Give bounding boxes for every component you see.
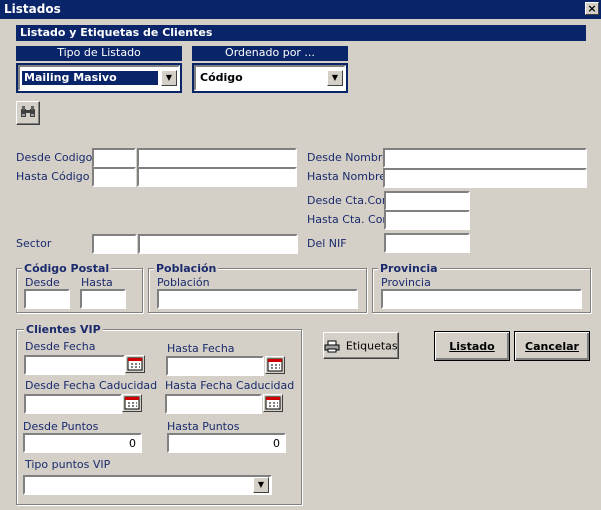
cp-desde-input[interactable] (24, 289, 70, 309)
desde-nombre-input[interactable] (383, 148, 587, 168)
desde-codigo-input[interactable] (92, 148, 136, 168)
vip-hasta-puntos-label: Hasta Puntos (167, 420, 240, 433)
poblacion-title: Población (154, 262, 219, 275)
sector-desc-input[interactable] (138, 234, 298, 254)
hasta-codigo-label: Hasta Código (16, 170, 90, 183)
section-header: Listado y Etiquetas de Clientes (16, 25, 586, 41)
desde-codigo-label: Desde Codigo (16, 151, 93, 164)
vip-desde-puntos-label: Desde Puntos (23, 420, 99, 433)
del-nif-label: Del NIF (307, 237, 347, 250)
vip-hasta-fecha-input[interactable] (166, 356, 264, 376)
ordenado-por-value: Código (200, 71, 243, 84)
close-icon: × (587, 2, 597, 15)
cancelar-label: Cancelar (525, 340, 579, 353)
calendar-icon (267, 358, 283, 372)
ordenado-por-panel: Ordenado por ... Código ▼ (192, 46, 348, 93)
vip-desde-puntos-input[interactable]: 0 (23, 433, 142, 453)
hasta-cta-input[interactable] (384, 210, 470, 230)
ordenado-por-label: Ordenado por ... (192, 46, 348, 61)
del-nif-input[interactable] (384, 233, 470, 253)
vip-tipo-puntos-label: Tipo puntos VIP (25, 458, 111, 471)
vip-desde-fecha-cad-input[interactable] (24, 394, 122, 414)
window-title: Listados (4, 2, 61, 16)
vip-hasta-puntos-input[interactable]: 0 (167, 433, 286, 453)
cp-desde-label: Desde (25, 276, 60, 289)
calendar-icon (127, 357, 143, 371)
desde-cta-input[interactable] (384, 191, 470, 211)
vip-hasta-fecha-cad-input[interactable] (165, 394, 262, 414)
hasta-nombre-label: Hasta Nombre (307, 170, 386, 183)
section-header-title: Listado y Etiquetas de Clientes (20, 26, 213, 39)
poblacion-input[interactable] (157, 289, 358, 309)
desde-nombre-label: Desde Nombre (307, 151, 389, 164)
binoculars-icon (21, 106, 35, 117)
search-button[interactable] (16, 101, 40, 125)
sector-label: Sector (16, 237, 52, 250)
sector-input[interactable] (92, 234, 137, 254)
calendar-button[interactable] (263, 394, 283, 412)
chevron-down-icon[interactable]: ▼ (253, 477, 269, 493)
cp-hasta-label: Hasta (81, 276, 113, 289)
provincia-input[interactable] (381, 289, 582, 309)
listado-label: Listado (449, 340, 495, 353)
ordenado-por-select[interactable]: Código ▼ (194, 65, 346, 91)
window-title-bar: Listados (0, 0, 601, 19)
calendar-button[interactable] (125, 355, 145, 373)
tipo-listado-panel: Tipo de Listado Mailing Masivo ▼ (16, 46, 182, 93)
calendar-button[interactable] (122, 394, 142, 412)
etiquetas-button[interactable]: Etiquetas (323, 332, 399, 359)
cancelar-button[interactable]: Cancelar (514, 331, 590, 361)
clientes-vip-title: Clientes VIP (24, 323, 103, 336)
tipo-listado-select[interactable]: Mailing Masivo ▼ (18, 65, 180, 91)
provincia-label: Provincia (381, 276, 431, 289)
vip-desde-fecha-cad-label: Desde Fecha Caducidad (25, 379, 158, 392)
hasta-nombre-input[interactable] (383, 168, 587, 188)
close-button[interactable]: × (585, 2, 599, 15)
calendar-icon (265, 396, 281, 410)
provincia-title: Provincia (378, 262, 440, 275)
vip-desde-fecha-input[interactable] (24, 355, 125, 375)
poblacion-label: Población (157, 276, 210, 289)
printer-icon (324, 340, 340, 352)
vip-desde-fecha-label: Desde Fecha (25, 340, 96, 353)
vip-hasta-fecha-cad-label: Hasta Fecha Caducidad (165, 379, 295, 392)
vip-hasta-fecha-label: Hasta Fecha (167, 342, 235, 355)
desde-codigo-desc-input[interactable] (137, 148, 297, 168)
chevron-down-icon[interactable]: ▼ (161, 70, 177, 86)
etiquetas-label: Etiquetas (345, 339, 398, 353)
hasta-codigo-input[interactable] (92, 167, 136, 187)
vip-tipo-puntos-select[interactable]: ▼ (23, 475, 272, 495)
hasta-codigo-desc-input[interactable] (137, 167, 297, 187)
calendar-button[interactable] (265, 356, 285, 374)
chevron-down-icon[interactable]: ▼ (327, 70, 343, 86)
cp-hasta-input[interactable] (80, 289, 126, 309)
tipo-listado-label: Tipo de Listado (16, 46, 182, 61)
tipo-listado-value: Mailing Masivo (22, 71, 158, 85)
calendar-icon (124, 396, 140, 410)
codigo-postal-title: Código Postal (22, 262, 112, 275)
listado-button[interactable]: Listado (434, 331, 510, 361)
